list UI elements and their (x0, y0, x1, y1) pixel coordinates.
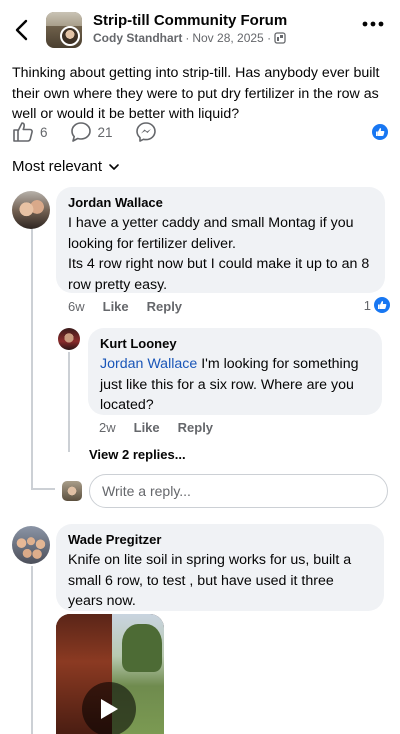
post-text: Thinking about getting into strip-till. … (12, 65, 380, 122)
current-user-avatar (62, 481, 82, 501)
post-actions: 6 21 (12, 120, 179, 144)
more-icon[interactable] (362, 20, 384, 28)
post-author[interactable]: Cody Standhart (93, 31, 182, 45)
thread-line (68, 352, 70, 452)
comment-time[interactable]: 6w (68, 299, 85, 314)
comment-text: Its 4 row right now but I could make it … (68, 256, 370, 293)
messenger-icon (135, 122, 156, 142)
comment-author[interactable]: Jordan Wallace (68, 195, 373, 210)
reply-button[interactable]: Reply (178, 420, 213, 435)
thread-connector (31, 488, 55, 490)
group-avatar[interactable] (46, 12, 82, 48)
view-replies-link[interactable]: View 2 replies... (89, 447, 186, 462)
sort-dropdown[interactable]: Most relevant (12, 158, 120, 175)
post-date[interactable]: Nov 28, 2025 · (192, 31, 271, 45)
reply-input-placeholder: Write a reply... (102, 483, 191, 499)
comment-bubble: Wade Pregitzer Knife on lite soil in spr… (56, 524, 384, 611)
messenger-action[interactable] (135, 121, 157, 143)
comment-count: 21 (97, 124, 113, 140)
reply-input[interactable]: Write a reply... (89, 474, 388, 508)
post-meta: Cody Standhart · Nov 28, 2025 · (93, 31, 286, 45)
thumbs-up-icon (13, 122, 33, 142)
author-avatar (60, 26, 80, 46)
reaction-like-icon[interactable] (372, 124, 388, 140)
comment-actions: 2w Like Reply (99, 420, 231, 435)
comment-reaction-count[interactable]: 1 (364, 297, 390, 313)
back-arrow-icon[interactable] (12, 18, 32, 42)
comment-author[interactable]: Kurt Looney (100, 336, 370, 351)
meta-separator: · (185, 31, 190, 45)
thread-line (31, 228, 33, 490)
like-button[interactable]: Like (103, 299, 129, 314)
video-thumbnail[interactable] (56, 614, 164, 734)
thread-line (31, 566, 33, 734)
sort-label: Most relevant (12, 158, 103, 175)
comment-text: Knife on lite soil in spring works for u… (68, 552, 352, 609)
comment-icon (70, 122, 91, 142)
group-title[interactable]: Strip-till Community Forum (93, 12, 287, 29)
reply-bubble: Kurt Looney Jordan Wallace I'm looking f… (88, 328, 382, 415)
like-action[interactable]: 6 (12, 121, 48, 143)
comment-bubble: Jordan Wallace I have a yetter caddy and… (56, 187, 385, 293)
comment-text: Jordan Wallace I'm looking for something… (100, 354, 370, 416)
group-icon (274, 32, 286, 44)
comment-time[interactable]: 2w (99, 420, 116, 435)
like-count: 6 (40, 124, 48, 140)
reply-button[interactable]: Reply (147, 299, 182, 314)
play-icon[interactable] (82, 682, 136, 734)
chevron-down-icon (109, 163, 119, 170)
post-header: Strip-till Community Forum Cody Standhar… (0, 0, 400, 56)
avatar[interactable] (12, 191, 50, 229)
comment-action[interactable]: 21 (70, 121, 113, 143)
comment-author[interactable]: Wade Pregitzer (68, 532, 372, 547)
avatar[interactable] (58, 328, 80, 350)
comment-actions: 6w Like Reply (68, 299, 200, 314)
reaction-like-icon (374, 297, 390, 313)
avatar[interactable] (12, 526, 50, 564)
comment-text: I have a yetter caddy and small Montag i… (68, 215, 354, 252)
like-button[interactable]: Like (134, 420, 160, 435)
mention-link[interactable]: Jordan Wallace (100, 356, 197, 372)
reaction-count: 1 (363, 297, 371, 313)
